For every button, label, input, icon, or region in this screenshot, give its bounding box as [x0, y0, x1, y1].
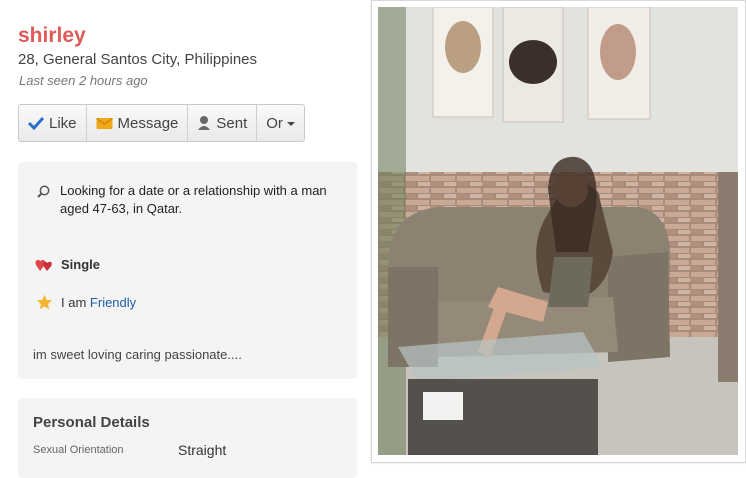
search-icon: [37, 185, 50, 198]
looking-for-text: Looking for a date or a relationship wit…: [60, 182, 335, 218]
like-label: Like: [49, 114, 77, 132]
profile-name: shirley: [18, 24, 86, 47]
sexual-orientation-value: Straight: [178, 442, 227, 458]
hearts-icon: [35, 259, 52, 271]
bio-text: im sweet loving caring passionate....: [33, 347, 242, 362]
about-card: Looking for a date or a relationship wit…: [18, 162, 357, 379]
checkmark-icon: [28, 116, 44, 130]
profile-photo-frame[interactable]: [371, 0, 746, 463]
personality-row: I am Friendly: [35, 294, 136, 310]
message-button[interactable]: Message: [87, 105, 189, 141]
profile-photo: [378, 7, 738, 455]
looking-for-line1: Looking for a date or a relationship wit…: [60, 183, 327, 198]
envelope-icon: [95, 117, 113, 129]
star-icon: [36, 294, 52, 310]
like-button[interactable]: Like: [19, 105, 87, 141]
sent-label: Sent: [216, 114, 248, 132]
profile-location: 28, General Santos City, Philippines: [18, 51, 258, 68]
last-seen: Last seen 2 hours ago: [19, 73, 148, 88]
message-label: Message: [117, 114, 179, 132]
friendly-link[interactable]: Friendly: [90, 295, 136, 310]
or-label: Or: [266, 114, 283, 132]
personal-details-title: Personal Details: [33, 414, 150, 431]
iam-prefix: I am: [61, 294, 87, 310]
or-dropdown-button[interactable]: Or: [257, 105, 304, 141]
sent-person-icon: [198, 116, 211, 130]
sexual-orientation-label: Sexual Orientation: [33, 444, 124, 456]
personal-details-card: Personal Details Sexual Orientation Stra…: [18, 398, 357, 478]
relationship-status-row: Single: [35, 257, 100, 272]
chevron-down-icon: [286, 122, 295, 126]
action-button-group: Like Message Sent Or: [18, 104, 305, 142]
looking-for-line2: aged 47-63, in Qatar.: [60, 201, 183, 216]
sent-button[interactable]: Sent: [188, 105, 258, 141]
status-single: Single: [61, 257, 101, 272]
